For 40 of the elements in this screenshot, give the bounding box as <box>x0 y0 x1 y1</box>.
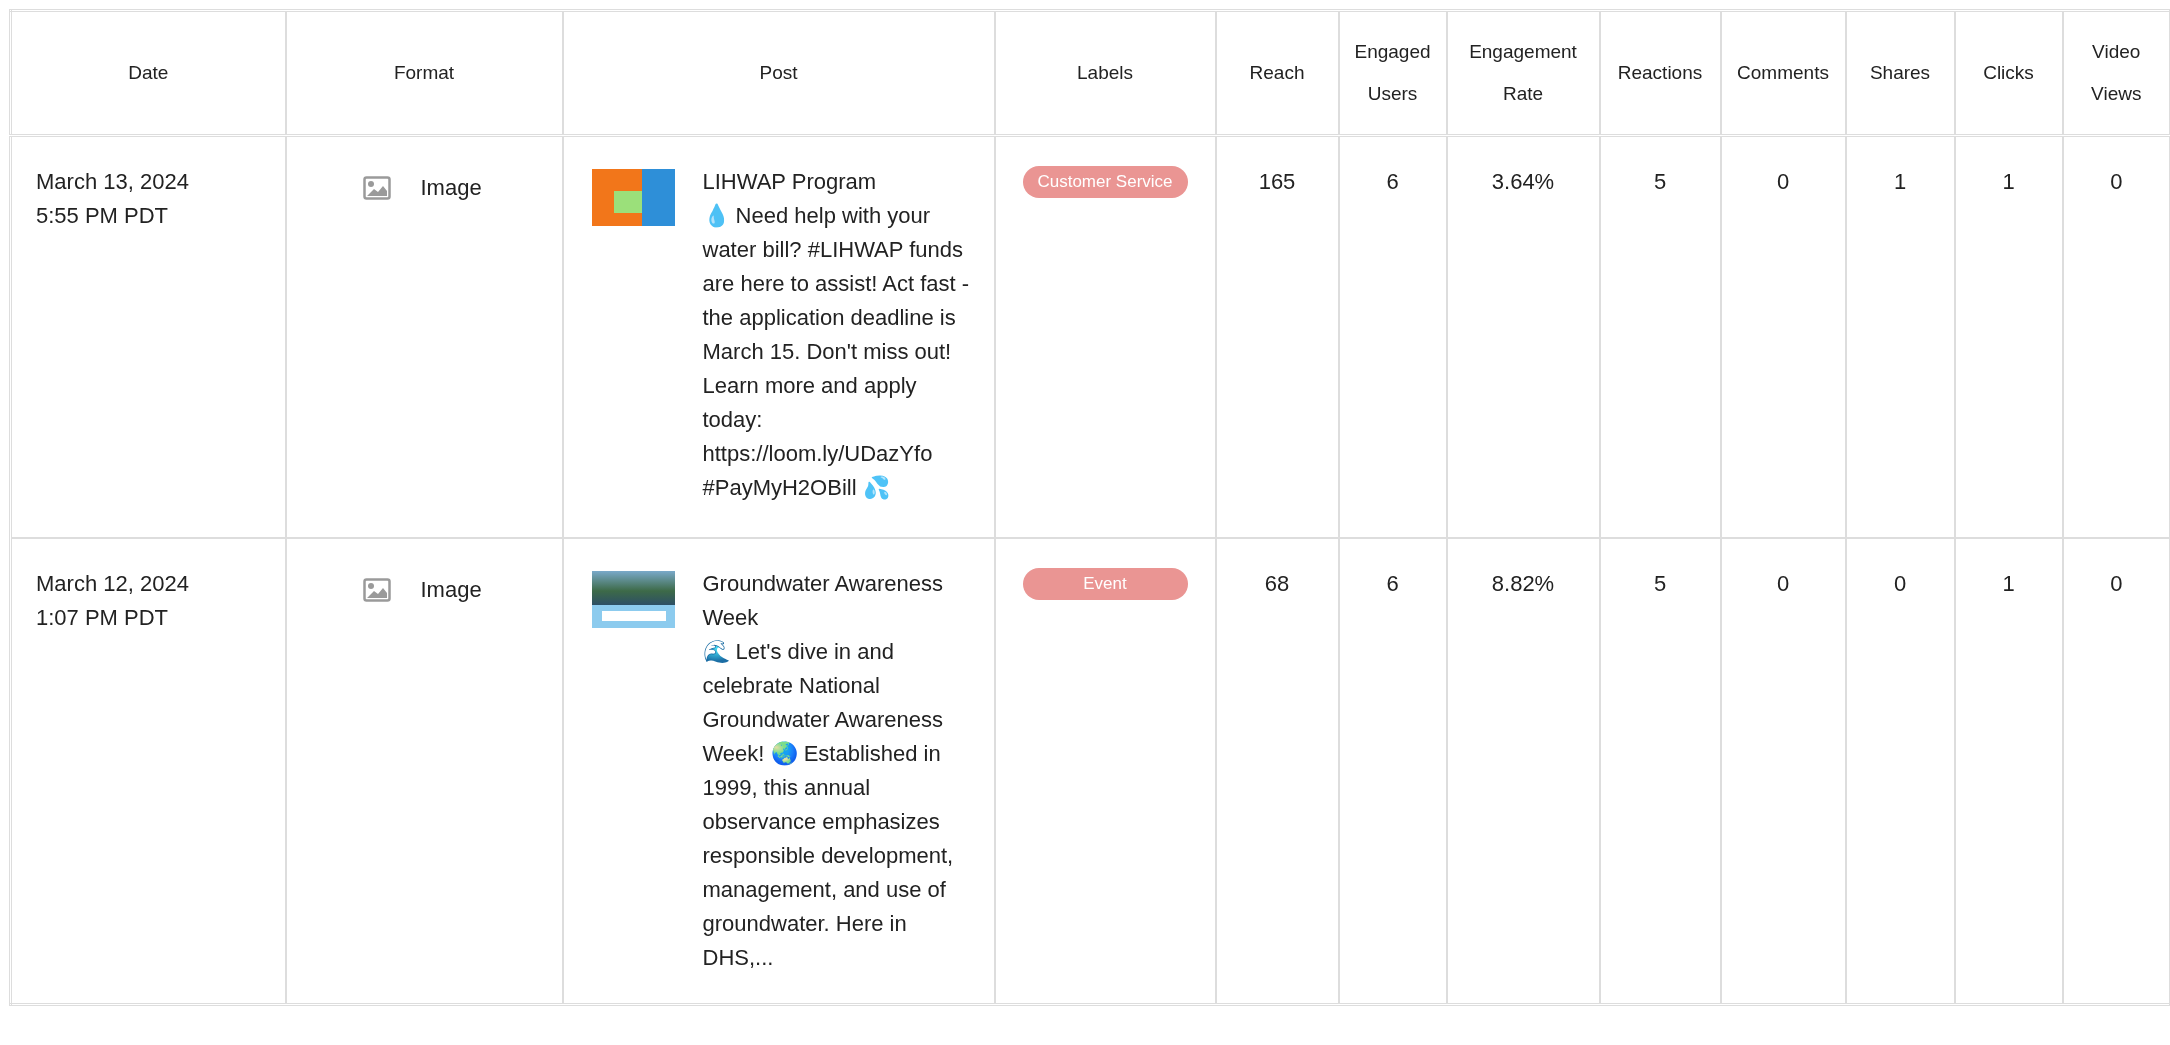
date-cell-text: March 13, 2024 5:55 PM PDT <box>35 168 190 230</box>
column-header: Labels <box>1077 62 1133 83</box>
metric-value: 8.82% <box>1491 570 1555 598</box>
column-header: Engaged Users <box>1354 41 1431 104</box>
column-header: Reach <box>1249 62 1305 83</box>
column-header: Format <box>393 62 455 83</box>
metric-value: 0 <box>1893 570 1907 598</box>
metric-value: 0 <box>1776 570 1790 598</box>
column-header: Post <box>759 62 798 83</box>
column-header: Video Views <box>2091 41 2142 104</box>
post-title: Groundwater Awareness Week <box>702 570 944 632</box>
metric-value: 1 <box>2002 168 2015 196</box>
metric-value: 68 <box>1264 570 1290 598</box>
label-tag: Customer Service <box>1022 166 1188 198</box>
column-header: Reactions <box>1617 62 1703 83</box>
column-header: Engagement Rate <box>1469 41 1577 104</box>
column-header: Clicks <box>1983 62 2034 83</box>
image-icon <box>362 176 391 200</box>
metric-value: 6 <box>1386 570 1399 598</box>
column-header: Date <box>128 62 169 83</box>
column-header: Comments <box>1737 62 1829 83</box>
metric-value: 5 <box>1653 168 1667 196</box>
metric-value: 0 <box>2110 570 2123 598</box>
metric-value: 0 <box>2110 168 2123 196</box>
post-text: 💧 Need help with your water bill? #LIHWAP funds are here to assist! Act fast - the application deadline is March 15. Don't miss out! Learn more and apply today: https://loom.ly/UDazYfo #PayMyH2OBill 💦 <box>702 202 971 502</box>
metric-value: 165 <box>1258 168 1296 196</box>
post-text: 🌊 Let's dive in and celebrate National Groundwater Awareness Week! 🌏 Established in 1999, this annual observance emphasizes responsible development, management, and use of groundwater. Here in DHS,... <box>702 638 955 972</box>
column-header: Shares <box>1869 62 1931 83</box>
format-text: Image <box>420 174 482 202</box>
date-cell-text: March 12, 2024 1:07 PM PDT <box>35 570 190 632</box>
post-title: LIHWAP Program <box>702 168 878 196</box>
metric-value: 1 <box>1893 168 1907 196</box>
format-text: Image <box>420 576 482 604</box>
image-icon <box>362 578 391 602</box>
label-tag: Event <box>1022 568 1188 600</box>
metric-value: 3.64% <box>1491 168 1555 196</box>
metric-value: 1 <box>2002 570 2015 598</box>
metric-value: 6 <box>1386 168 1399 196</box>
metric-value: 0 <box>1776 168 1790 196</box>
metric-value: 5 <box>1653 570 1667 598</box>
